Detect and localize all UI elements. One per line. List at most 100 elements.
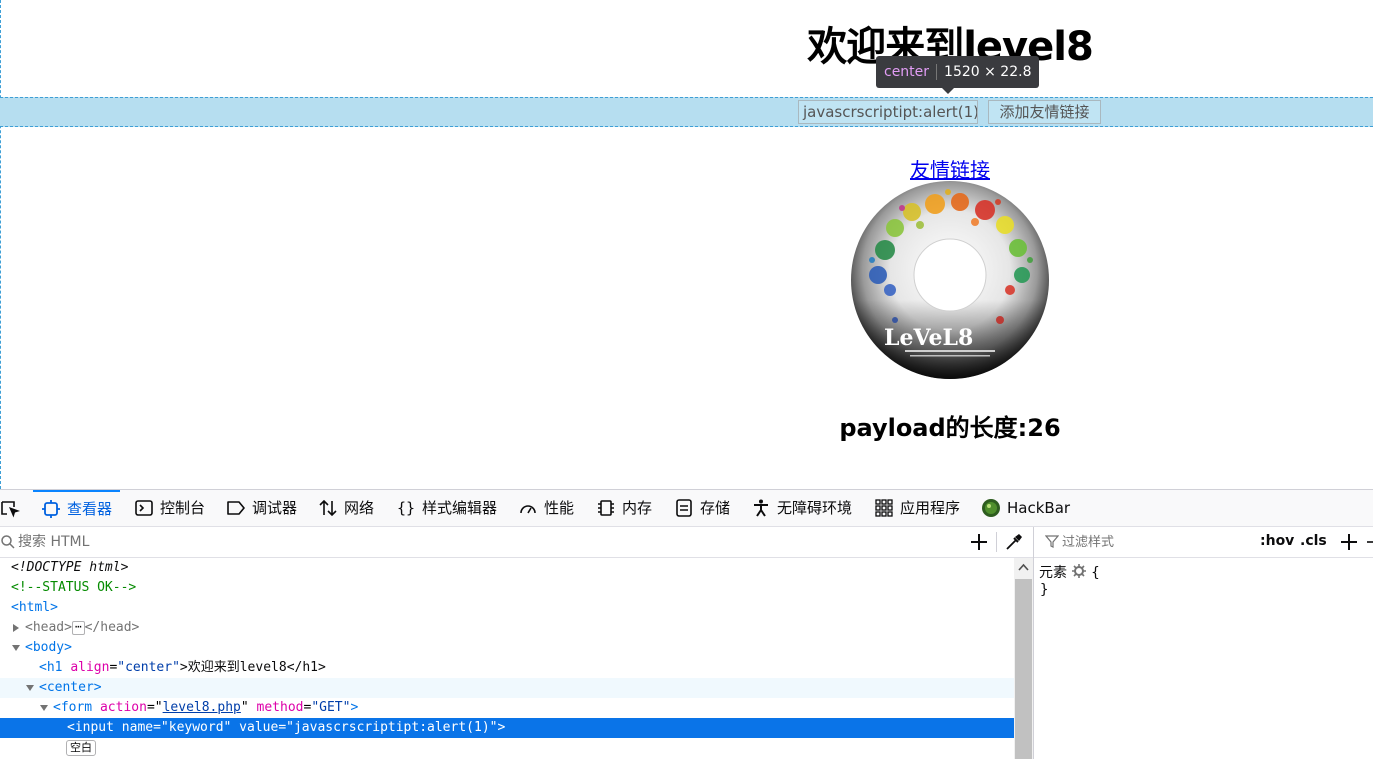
friend-link[interactable]: 友情链接 bbox=[850, 154, 1050, 183]
tree-node-doctype[interactable]: <!DOCTYPE html> bbox=[0, 558, 1014, 578]
gear-icon[interactable] bbox=[1071, 563, 1087, 579]
box-model-guide bbox=[0, 0, 1, 489]
accessibility-icon bbox=[751, 498, 771, 518]
tree-node-whitespace[interactable]: 空白 bbox=[0, 738, 1014, 758]
tab-style-editor[interactable]: {} 样式编辑器 bbox=[396, 490, 497, 526]
tooltip-arrow bbox=[942, 88, 954, 94]
collapse-arrow-icon[interactable] bbox=[12, 638, 22, 658]
add-rule-icon[interactable] bbox=[1337, 530, 1361, 554]
tab-label: 性能 bbox=[544, 499, 575, 517]
more-options-icon[interactable] bbox=[1367, 530, 1373, 554]
tree-node-center[interactable]: <center> bbox=[0, 678, 1014, 698]
hackbar-icon bbox=[981, 498, 1001, 518]
tab-memory[interactable]: 内存 bbox=[596, 490, 652, 526]
application-icon bbox=[874, 498, 894, 518]
console-icon bbox=[134, 498, 154, 518]
tab-inspector[interactable]: 查看器 bbox=[33, 490, 121, 526]
tree-node-head[interactable]: <head> ⋯ </head> bbox=[0, 618, 1014, 638]
body-tag: <body> bbox=[25, 640, 72, 655]
center-tag: <center> bbox=[39, 680, 102, 695]
debugger-icon bbox=[226, 498, 246, 518]
rule-open-brace: { bbox=[1091, 565, 1100, 581]
tab-console[interactable]: 控制台 bbox=[134, 490, 205, 526]
scrollbar-thumb[interactable] bbox=[1015, 579, 1032, 759]
filter-styles-input[interactable] bbox=[1062, 532, 1252, 552]
tab-label: 无障碍环境 bbox=[777, 499, 853, 517]
rule-selector-label: 元素 bbox=[1039, 565, 1067, 581]
html-search-bar bbox=[0, 527, 1033, 558]
keyword-input[interactable]: javascrscriptipt:alert(1) bbox=[798, 100, 978, 124]
tab-label: 存储 bbox=[700, 499, 731, 517]
tree-node-h1[interactable]: <h1 align="center">欢迎来到level8</h1> bbox=[0, 658, 1014, 678]
eyedropper-icon[interactable] bbox=[1003, 531, 1025, 553]
performance-icon bbox=[518, 498, 538, 518]
form-open-tag: <form bbox=[53, 700, 93, 715]
inspector-icon bbox=[41, 499, 61, 519]
h1-attr-value: "center" bbox=[117, 660, 180, 675]
doctype-text: <!DOCTYPE html> bbox=[11, 560, 129, 575]
memory-icon bbox=[596, 498, 616, 518]
network-icon bbox=[318, 498, 338, 518]
element-rule-selector: 元素 { bbox=[1039, 562, 1100, 582]
collapsed-ellipsis-badge[interactable]: ⋯ bbox=[71, 620, 85, 635]
svg-text:{}: {} bbox=[397, 499, 415, 517]
collapse-arrow-icon[interactable] bbox=[26, 678, 36, 698]
head-close-tag: </head> bbox=[84, 620, 140, 635]
input-node-text: <input name="keyword" value="javascrscri… bbox=[67, 720, 506, 735]
markup-scrollbar[interactable] bbox=[1014, 558, 1033, 759]
tooltip-divider bbox=[936, 64, 938, 80]
hov-toggle-button[interactable]: :hov bbox=[1260, 533, 1294, 549]
tree-node-input-selected[interactable]: <input name="keyword" value="javascrscri… bbox=[0, 718, 1014, 738]
comment-text: <!--STATUS OK--> bbox=[11, 580, 137, 595]
markup-pane: <!DOCTYPE html> <!--STATUS OK--> <html> … bbox=[0, 527, 1034, 759]
form-action-attr: action bbox=[99, 700, 147, 715]
toolbar-divider bbox=[996, 532, 997, 552]
h1-attr-name: align bbox=[70, 660, 110, 675]
cls-toggle-button[interactable]: .cls bbox=[1300, 533, 1327, 549]
add-node-icon[interactable] bbox=[967, 530, 991, 554]
form-method-value: "GET" bbox=[311, 700, 351, 715]
inspector-tooltip: center 1520 × 22.8 bbox=[876, 56, 1040, 94]
scroll-up-arrow-icon[interactable] bbox=[1014, 558, 1033, 577]
tab-accessibility[interactable]: 无障碍环境 bbox=[751, 490, 852, 526]
html-search-input[interactable] bbox=[18, 532, 948, 552]
page-viewport: 欢迎来到level8 javascrscriptipt:alert(1) 添加友… bbox=[0, 0, 1373, 489]
tab-hackbar[interactable]: HackBar bbox=[981, 490, 1070, 526]
tab-label: 控制台 bbox=[160, 499, 206, 517]
html-tag: <html> bbox=[11, 600, 58, 615]
tree-node-body[interactable]: <body> bbox=[0, 638, 1014, 658]
form-action-link[interactable]: level8.php bbox=[163, 700, 241, 715]
tab-label: 应用程序 bbox=[900, 499, 961, 517]
tab-application[interactable]: 应用程序 bbox=[874, 490, 960, 526]
h1-content: >欢迎来到level8</h1> bbox=[179, 660, 326, 675]
form-open-end: > bbox=[350, 700, 359, 715]
tab-label: 网络 bbox=[344, 499, 375, 517]
tab-network[interactable]: 网络 bbox=[318, 490, 374, 526]
tab-label: HackBar bbox=[1007, 499, 1071, 517]
tab-label: 样式编辑器 bbox=[422, 499, 498, 517]
tab-label: 内存 bbox=[622, 499, 653, 517]
collapse-arrow-icon[interactable] bbox=[40, 698, 50, 718]
tree-node-html[interactable]: <html> bbox=[0, 598, 1014, 618]
tooltip-tag-name: center bbox=[884, 64, 930, 80]
tab-label: 调试器 bbox=[252, 499, 298, 517]
filter-icon bbox=[1045, 535, 1059, 548]
tree-node-comment[interactable]: <!--STATUS OK--> bbox=[0, 578, 1014, 598]
rule-close-brace: } bbox=[1040, 582, 1049, 598]
payload-length: payload的长度:26 bbox=[839, 414, 1061, 442]
rules-pane: :hov .cls 元素 { } bbox=[1034, 527, 1373, 759]
add-friend-link-button[interactable]: 添加友情链接 bbox=[988, 100, 1101, 124]
head-open-tag: <head> bbox=[25, 620, 72, 635]
element-picker-icon[interactable] bbox=[0, 498, 22, 520]
h1-open-tag: <h1 bbox=[39, 660, 63, 675]
devtools-panel: 查看器 控制台 调试器 网络 {} 样式编辑器 性能 内存 存储 无障碍环境 应用… bbox=[0, 489, 1373, 759]
tab-storage[interactable]: 存储 bbox=[674, 490, 730, 526]
expand-arrow-icon[interactable] bbox=[12, 618, 22, 638]
markup-tree: <!DOCTYPE html> <!--STATUS OK--> <html> … bbox=[0, 558, 1014, 759]
level8-disc-image: LeVeL8 bbox=[850, 180, 1050, 380]
style-editor-icon: {} bbox=[396, 498, 416, 518]
tree-node-form[interactable]: <form action="level8.php" method="GET"> bbox=[0, 698, 1014, 718]
tab-performance[interactable]: 性能 bbox=[518, 490, 574, 526]
tab-debugger[interactable]: 调试器 bbox=[226, 490, 297, 526]
form-method-attr: method bbox=[256, 700, 304, 715]
